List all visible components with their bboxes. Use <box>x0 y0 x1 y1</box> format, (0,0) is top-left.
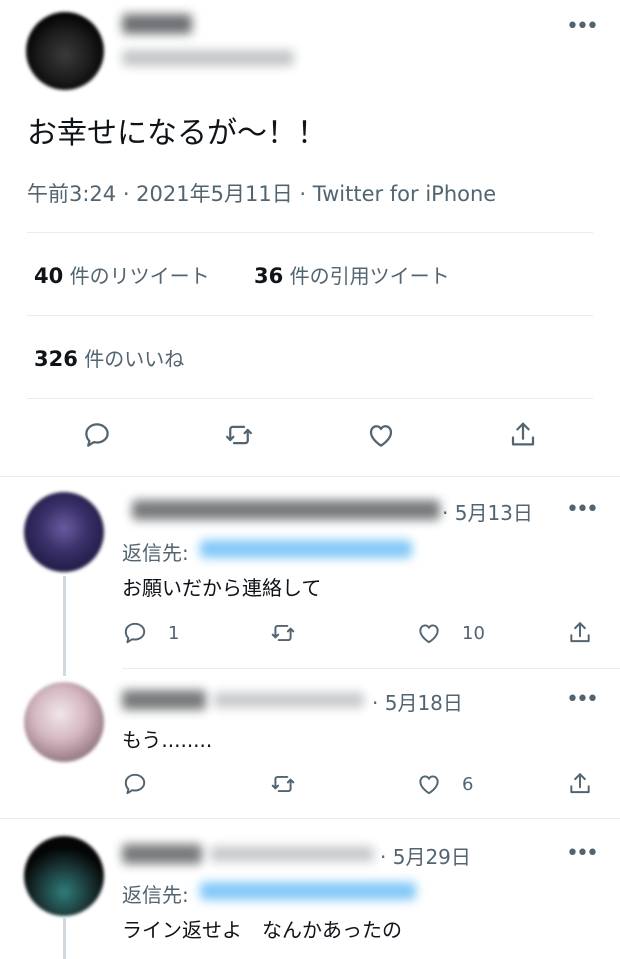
author-handle-redacted[interactable] <box>122 50 294 66</box>
tweet-text: お幸せになるが〜！！ <box>27 116 327 151</box>
share-icon <box>511 422 535 446</box>
share-icon <box>570 622 590 643</box>
reply-count: 1 <box>168 622 180 644</box>
reply-date[interactable]: · 5月13日 <box>442 497 533 526</box>
more-icon[interactable]: ••• <box>566 497 599 522</box>
share-icon <box>570 773 590 794</box>
reply-date[interactable]: · 5月18日 <box>372 687 463 716</box>
reply-button[interactable] <box>122 771 148 797</box>
retweet-stats[interactable]: 40 件のリツイート <box>34 260 210 289</box>
retweet-button[interactable] <box>222 418 256 452</box>
author-name-redacted[interactable] <box>122 690 206 710</box>
reply-text: お願いだから連絡して <box>122 576 322 600</box>
avatar[interactable] <box>24 682 104 762</box>
divider <box>0 818 620 819</box>
heart-icon <box>419 624 439 644</box>
like-label: 件のいいね <box>84 347 185 371</box>
divider <box>27 315 593 316</box>
replying-label: 返信先: <box>122 541 189 565</box>
retweet-label: 件のリツイート <box>69 264 210 288</box>
more-icon[interactable]: ••• <box>566 14 599 39</box>
retweet-icon <box>271 624 295 642</box>
share-button[interactable] <box>567 620 593 646</box>
retweet-count: 40 <box>34 264 64 288</box>
divider <box>27 398 593 399</box>
replying-to-handle-redacted[interactable] <box>200 540 412 558</box>
reply-icon <box>85 423 109 447</box>
divider <box>27 232 593 233</box>
quote-stats[interactable]: 36 件の引用ツイート <box>254 260 450 289</box>
reply-icon <box>124 622 146 644</box>
share-button[interactable] <box>567 771 593 797</box>
like-count: 6 <box>462 773 474 795</box>
retweet-icon <box>226 425 252 445</box>
divider <box>122 668 620 669</box>
more-icon[interactable]: ••• <box>566 687 599 712</box>
author-name-redacted[interactable] <box>122 14 192 34</box>
like-button[interactable]: 10 <box>416 620 485 646</box>
author-handle-redacted[interactable] <box>214 692 364 708</box>
share-button[interactable] <box>506 418 540 452</box>
thread-line <box>63 918 66 959</box>
reply-date[interactable]: · 5月29日 <box>380 841 471 870</box>
retweet-button[interactable] <box>270 771 296 797</box>
quote-count: 36 <box>254 264 284 288</box>
reply-icon <box>124 773 146 795</box>
avatar[interactable] <box>24 492 104 572</box>
reply-button[interactable] <box>80 418 114 452</box>
heart-icon <box>419 775 439 795</box>
like-count: 326 <box>34 347 78 371</box>
more-icon[interactable]: ••• <box>566 841 599 866</box>
retweet-icon <box>271 775 295 793</box>
author-name-redacted[interactable] <box>122 844 202 864</box>
tweet-meta[interactable]: 午前3:24 · 2021年5月11日 · Twitter for iPhone <box>27 178 496 208</box>
like-button[interactable] <box>364 418 398 452</box>
avatar[interactable] <box>24 836 104 916</box>
like-button[interactable]: 6 <box>416 771 473 797</box>
replying-label: 返信先: <box>122 883 189 907</box>
heart-icon <box>369 425 393 447</box>
reply-text: ライン返せよ なんかあったの <box>122 918 402 942</box>
author-name-redacted[interactable] <box>132 500 440 520</box>
thread-line <box>63 576 66 676</box>
author-handle-redacted[interactable] <box>210 846 374 862</box>
quote-label: 件の引用ツイート <box>289 264 450 288</box>
replying-to-handle-redacted[interactable] <box>200 882 416 900</box>
divider <box>0 476 620 477</box>
like-count: 10 <box>462 622 485 644</box>
avatar[interactable] <box>26 12 104 90</box>
reply-text: もう........ <box>122 728 213 752</box>
main-tweet: ••• お幸せになるが〜！！ 午前3:24 · 2021年5月11日 · Twi… <box>0 0 620 476</box>
retweet-button[interactable] <box>270 620 296 646</box>
reply-button[interactable]: 1 <box>122 620 179 646</box>
like-stats[interactable]: 326 件のいいね <box>34 343 184 372</box>
